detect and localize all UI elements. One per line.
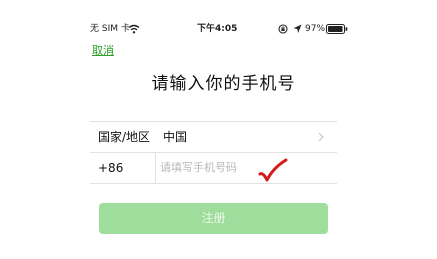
field-separator — [155, 153, 156, 183]
rotation-lock-icon — [278, 24, 288, 34]
battery-percent: 97% — [305, 24, 326, 34]
wifi-icon — [128, 24, 140, 34]
page-title: 请输入你的手机号 — [151, 74, 296, 94]
chevron-right-icon — [318, 132, 324, 142]
region-label: 国家/地区 — [98, 130, 151, 144]
location-icon — [293, 24, 302, 33]
checkmark-icon — [258, 158, 288, 182]
battery-icon — [326, 24, 348, 34]
region-selector[interactable]: 国家/地区 中国 — [90, 122, 337, 152]
clock: 下午4:05 — [197, 24, 238, 34]
country-code[interactable]: +86 — [98, 160, 123, 176]
cancel-button[interactable]: 取消 — [92, 44, 114, 58]
phone-number-input[interactable] — [160, 157, 260, 177]
carrier-label: 无 SIM 卡 — [90, 24, 130, 34]
status-bar — [0, 0, 437, 20]
divider — [90, 183, 337, 184]
phone-row: +86 — [90, 152, 337, 182]
register-button[interactable]: 注册 — [99, 203, 328, 234]
register-phone-screen: 无 SIM 卡 下午4:05 97% 取消 请输入你的手机号 国家/地区 中国 … — [0, 0, 437, 259]
region-value: 中国 — [163, 130, 188, 144]
